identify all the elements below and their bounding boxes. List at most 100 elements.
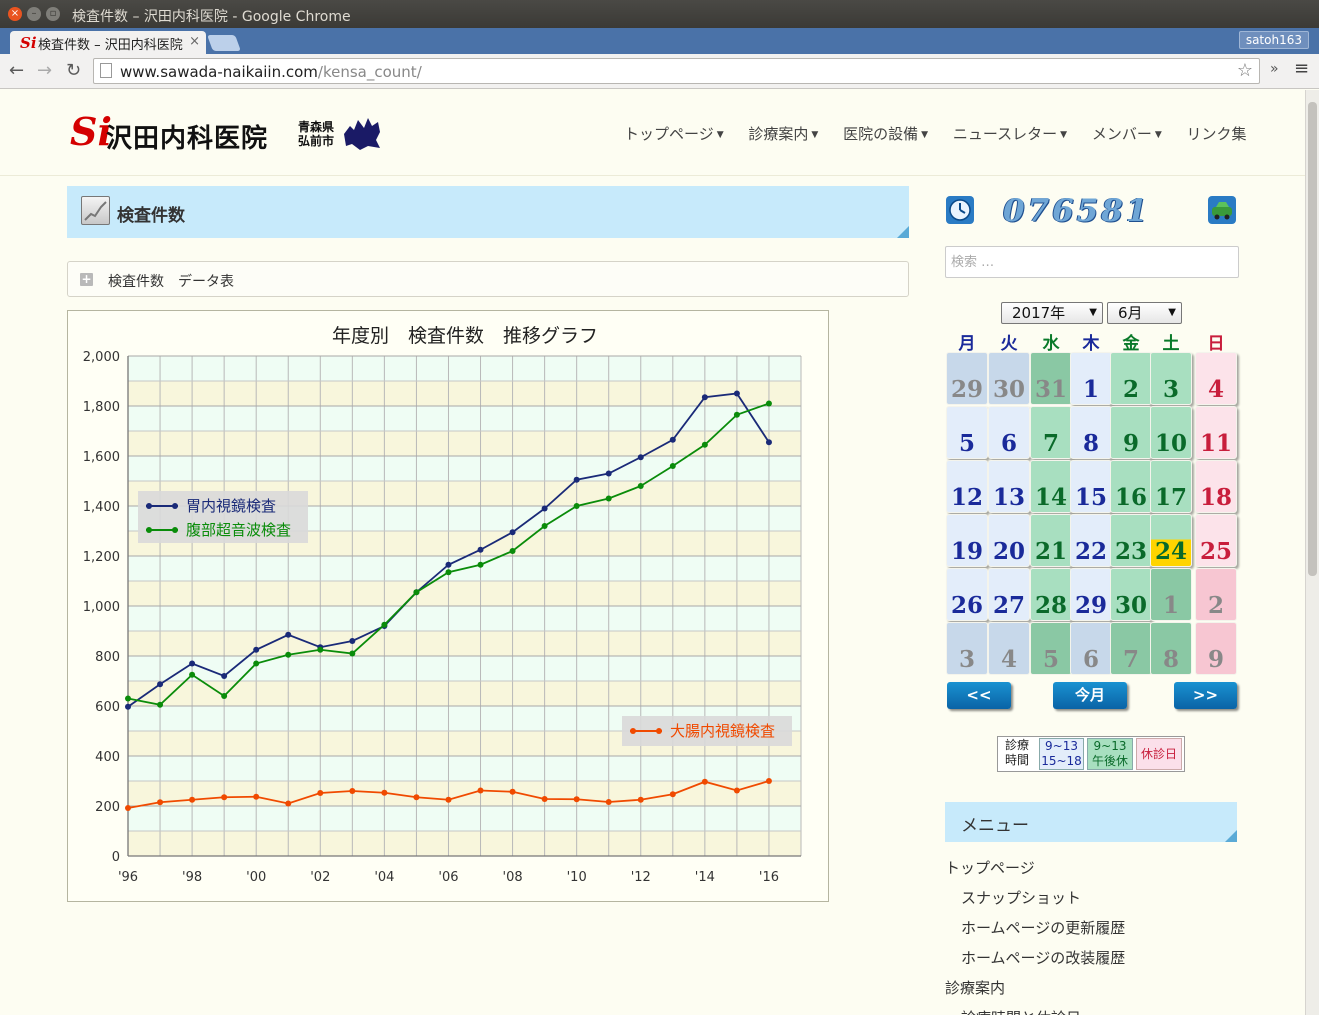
nav-item-facilities[interactable]: 医院の設備 ▼ xyxy=(843,123,928,144)
calendar-day[interactable]: 18 xyxy=(1195,460,1237,513)
calendar-day[interactable]: 21 xyxy=(1030,514,1072,567)
calendar-day[interactable]: 29 xyxy=(946,352,988,405)
address-bar[interactable]: www.sawada-naikaiin.com/kensa_count/ ☆ xyxy=(93,58,1260,84)
nav-item-guide[interactable]: 診療案内 ▼ xyxy=(748,123,818,144)
nav-item-top[interactable]: トップページ ▼ xyxy=(624,123,724,144)
calendar-day[interactable]: 4 xyxy=(1195,352,1237,405)
aomori-map-icon xyxy=(344,118,380,150)
data-table-accordion[interactable]: + 検査件数 データ表 xyxy=(67,261,909,297)
calendar-day[interactable]: 5 xyxy=(1030,622,1072,675)
data-point xyxy=(477,546,484,553)
data-point xyxy=(157,799,164,806)
legend-half-line: 午後休 xyxy=(1091,754,1128,768)
calendar-day[interactable]: 6 xyxy=(1070,622,1112,675)
forward-icon[interactable]: → xyxy=(37,60,52,81)
window-maximize-button[interactable]: ▫ xyxy=(46,7,60,21)
calendar-day-today[interactable]: 24 xyxy=(1150,514,1192,567)
calendar-day[interactable]: 8 xyxy=(1070,406,1112,459)
calendar-day[interactable]: 31 xyxy=(1030,352,1072,405)
profile-button[interactable]: satoh163 xyxy=(1238,31,1309,49)
next-month-button[interactable]: >> xyxy=(1174,682,1237,709)
data-point xyxy=(605,495,612,502)
legend-swatch-dot xyxy=(146,503,152,509)
calendar-day[interactable]: 30 xyxy=(988,352,1030,405)
calendar-day[interactable]: 20 xyxy=(988,514,1030,567)
plot-band xyxy=(128,406,801,431)
browser-toolbar: ← → ↻ www.sawada-naikaiin.com/kensa_coun… xyxy=(0,54,1319,89)
calendar-day[interactable]: 14 xyxy=(1030,460,1072,513)
menu-link[interactable]: トップページ xyxy=(945,857,1035,878)
calendar-day[interactable]: 2 xyxy=(1110,352,1152,405)
x-tick-label: '16 xyxy=(759,870,779,885)
weekday-label: 日 xyxy=(1207,334,1225,354)
data-point xyxy=(509,548,516,554)
scrollbar-thumb[interactable] xyxy=(1308,102,1317,576)
calendar-day[interactable]: 12 xyxy=(946,460,988,513)
calendar-day[interactable]: 6 xyxy=(988,406,1030,459)
site-logo[interactable]: Si 沢田内科医院 青森県 弘前市 xyxy=(70,112,390,154)
calendar-day[interactable]: 23 xyxy=(1110,514,1152,567)
calendar-day[interactable]: 16 xyxy=(1110,460,1152,513)
calendar-day[interactable]: 1 xyxy=(1150,568,1192,621)
calendar-day[interactable]: 9 xyxy=(1110,406,1152,459)
calendar-day[interactable]: 13 xyxy=(988,460,1030,513)
menu-link[interactable]: 診療時間と休診日 xyxy=(961,1007,1081,1015)
weekday-label: 木 xyxy=(1082,334,1100,354)
calendar-day[interactable]: 3 xyxy=(946,622,988,675)
calendar-day[interactable]: 11 xyxy=(1195,406,1237,459)
page-icon xyxy=(100,63,112,78)
calendar-day[interactable]: 25 xyxy=(1195,514,1237,567)
prev-month-button[interactable]: << xyxy=(947,682,1011,709)
reload-icon[interactable]: ↻ xyxy=(66,60,81,81)
new-tab-button[interactable] xyxy=(207,35,241,51)
calendar-day[interactable]: 29 xyxy=(1070,568,1112,621)
window-minimize-button[interactable]: – xyxy=(27,7,41,21)
data-point xyxy=(445,561,452,568)
calendar-day[interactable]: 5 xyxy=(946,406,988,459)
legend-swatch-dot xyxy=(630,728,636,734)
calendar-day[interactable]: 30 xyxy=(1110,568,1152,621)
menu-link[interactable]: ホームページの改装履歴 xyxy=(961,947,1125,968)
extensions-icon[interactable]: » xyxy=(1270,61,1279,77)
menu-link[interactable]: ホームページの更新履歴 xyxy=(961,917,1125,938)
month-select[interactable]: 6月 ▼ xyxy=(1107,302,1182,324)
browser-tab[interactable]: Si 検査件数 – 沢田内科医院 × xyxy=(10,31,206,54)
line-chart: 年度別 検査件数 推移グラフ 0 200 400 600 800 1,000 1,200 1,4… xyxy=(83,325,802,885)
legend-swatch-dot xyxy=(656,728,662,734)
menu-link[interactable]: スナップショット xyxy=(961,887,1081,908)
year-select[interactable]: 2017年 ▼ xyxy=(1001,302,1103,324)
expand-icon[interactable]: + xyxy=(80,273,93,286)
calendar-day[interactable]: 1 xyxy=(1070,352,1112,405)
data-point xyxy=(221,794,228,801)
current-month-button[interactable]: 今月 xyxy=(1053,682,1127,709)
calendar-day[interactable]: 7 xyxy=(1110,622,1152,675)
calendar-day[interactable]: 2 xyxy=(1195,568,1237,621)
calendar-day[interactable]: 10 xyxy=(1150,406,1192,459)
y-tick-label: 1,400 xyxy=(83,500,120,515)
plot-band xyxy=(128,806,801,831)
calendar-day[interactable]: 19 xyxy=(946,514,988,567)
calendar-day[interactable]: 7 xyxy=(1030,406,1072,459)
data-point xyxy=(765,778,772,784)
car-icon xyxy=(1208,196,1236,224)
bookmark-star-icon[interactable]: ☆ xyxy=(1237,60,1253,81)
calendar-day[interactable]: 26 xyxy=(946,568,988,621)
menu-link[interactable]: 診療案内 xyxy=(945,977,1005,998)
calendar-day[interactable]: 27 xyxy=(988,568,1030,621)
calendar-day[interactable]: 22 xyxy=(1070,514,1112,567)
calendar-day[interactable]: 3 xyxy=(1150,352,1192,405)
calendar-day[interactable]: 9 xyxy=(1195,622,1237,675)
window-close-button[interactable]: × xyxy=(8,7,22,21)
data-point xyxy=(701,394,708,401)
calendar-day[interactable]: 28 xyxy=(1030,568,1072,621)
vertical-scrollbar[interactable] xyxy=(1305,90,1319,1015)
chrome-menu-icon[interactable]: ≡ xyxy=(1294,58,1309,79)
tab-close-icon[interactable]: × xyxy=(186,34,200,49)
calendar-day[interactable]: 4 xyxy=(988,622,1030,675)
back-icon[interactable]: ← xyxy=(9,60,24,81)
search-input[interactable] xyxy=(945,246,1239,278)
dropdown-arrow-icon: ▼ xyxy=(1089,307,1097,318)
calendar-day[interactable]: 15 xyxy=(1070,460,1112,513)
calendar-day[interactable]: 8 xyxy=(1150,622,1192,675)
calendar-day[interactable]: 17 xyxy=(1150,460,1192,513)
